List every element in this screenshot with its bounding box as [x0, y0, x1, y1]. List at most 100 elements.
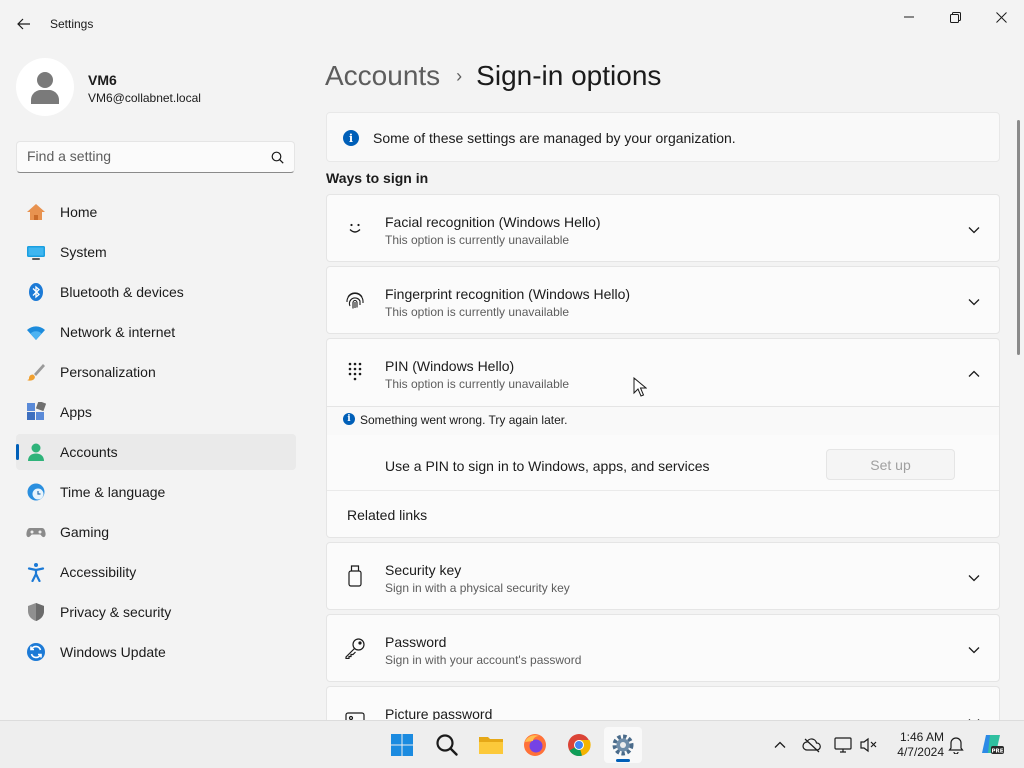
chevron-up-icon[interactable] — [967, 367, 981, 381]
sidebar-item-home[interactable]: Home — [16, 194, 296, 230]
close-icon — [995, 11, 1007, 23]
restore-button[interactable] — [932, 4, 978, 30]
password-card[interactable]: Password Sign in with your account's pas… — [326, 614, 1000, 682]
usb-key-icon — [344, 565, 366, 587]
chevron-down-icon[interactable] — [967, 295, 981, 309]
copilot-icon[interactable]: PRE — [980, 732, 1004, 756]
card-title: Facial recognition (Windows Hello) — [385, 214, 601, 230]
search-icon[interactable] — [271, 151, 284, 164]
pin-setup-row: Use a PIN to sign in to Windows, apps, a… — [327, 439, 999, 491]
breadcrumb-separator: › — [456, 65, 463, 86]
volume-muted-icon[interactable] — [859, 735, 879, 755]
onedrive-offline-icon[interactable] — [802, 735, 822, 755]
sidebar-item-bluetooth[interactable]: Bluetooth & devices — [16, 274, 296, 310]
pin-expander-header[interactable]: PIN (Windows Hello) This option is curre… — [327, 339, 999, 407]
page-title: Sign-in options — [476, 60, 662, 91]
card-title: Picture password — [385, 706, 493, 720]
sidebar-item-privacy-security[interactable]: Privacy & security — [16, 594, 296, 630]
user-email: VM6@collabnet.local — [88, 91, 201, 105]
sidebar-nav: Home System Bluetooth & devices Network … — [16, 194, 296, 674]
card-subtitle: This option is currently unavailable — [385, 305, 570, 319]
firefox-icon — [524, 734, 546, 756]
sidebar-item-label: Privacy & security — [60, 604, 172, 620]
card-title: PIN (Windows Hello) — [385, 358, 515, 374]
taskbar-clock[interactable]: 1:46 AM 4/7/2024 — [888, 730, 944, 760]
managed-by-organization-banner: i Some of these settings are managed by … — [326, 112, 1000, 162]
taskbar: 1:46 AM 4/7/2024 PRE — [0, 720, 1024, 768]
brush-icon — [26, 362, 46, 382]
sidebar-item-label: Time & language — [60, 484, 166, 500]
card-title: Password — [385, 634, 447, 650]
pin-setup-label: Use a PIN to sign in to Windows, apps, a… — [385, 458, 710, 474]
chevron-down-icon[interactable] — [967, 223, 981, 237]
sidebar-item-gaming[interactable]: Gaming — [16, 514, 296, 550]
taskbar-chrome[interactable] — [560, 727, 598, 763]
taskbar-settings[interactable] — [604, 727, 642, 763]
person-silhouette-icon — [31, 72, 59, 104]
gamepad-icon — [26, 522, 46, 542]
user-name: VM6 — [88, 72, 117, 88]
chevron-down-icon[interactable] — [967, 571, 981, 585]
sidebar-item-accounts[interactable]: Accounts — [16, 434, 296, 470]
card-subtitle: Sign in with a physical security key — [385, 581, 570, 595]
clock-date: 4/7/2024 — [897, 745, 944, 759]
sidebar-item-network[interactable]: Network & internet — [16, 314, 296, 350]
scrollbar-thumb[interactable] — [1017, 120, 1020, 355]
notification-bell-icon[interactable] — [946, 735, 966, 755]
close-button[interactable] — [978, 4, 1024, 30]
related-links-label: Related links — [347, 507, 428, 523]
sidebar-item-system[interactable]: System — [16, 234, 296, 270]
card-subtitle: Sign in with your account's password — [385, 653, 582, 667]
sidebar-item-apps[interactable]: Apps — [16, 394, 296, 430]
sidebar-item-windows-update[interactable]: Windows Update — [16, 634, 296, 670]
system-icon — [26, 242, 46, 262]
picture-password-card[interactable]: Picture password — [326, 686, 1000, 720]
sidebar-item-label: Gaming — [60, 524, 110, 540]
minimize-button[interactable] — [886, 4, 932, 30]
sidebar-item-label: Accounts — [60, 444, 118, 460]
facial-recognition-card[interactable]: Facial recognition (Windows Hello) This … — [326, 194, 1000, 262]
info-icon: i — [343, 130, 359, 146]
sidebar-item-time-language[interactable]: Time & language — [16, 474, 296, 510]
chrome-icon — [568, 734, 591, 757]
taskbar-firefox[interactable] — [516, 727, 554, 763]
sidebar-item-label: Apps — [60, 404, 92, 420]
mouse-cursor-icon — [633, 377, 647, 397]
sidebar-item-label: Accessibility — [60, 564, 137, 580]
search-input[interactable] — [27, 148, 257, 164]
start-button[interactable] — [383, 727, 421, 763]
network-display-icon[interactable] — [833, 735, 853, 755]
back-button[interactable] — [12, 10, 36, 38]
person-icon — [26, 442, 46, 462]
minimize-icon — [904, 16, 914, 18]
key-icon — [344, 637, 366, 659]
restore-icon — [949, 11, 961, 23]
breadcrumb-accounts-link[interactable]: Accounts — [325, 60, 440, 92]
fingerprint-recognition-card[interactable]: Fingerprint recognition (Windows Hello) … — [326, 266, 1000, 334]
avatar — [16, 58, 74, 116]
sidebar-item-label: Windows Update — [60, 644, 166, 660]
smiley-face-icon — [344, 217, 366, 239]
fingerprint-icon — [344, 289, 366, 311]
card-title: Fingerprint recognition (Windows Hello) — [385, 286, 631, 302]
card-subtitle: This option is currently unavailable — [385, 233, 570, 247]
start-icon — [391, 734, 413, 756]
sidebar-item-label: System — [60, 244, 107, 260]
search-box[interactable] — [16, 141, 295, 173]
sidebar-item-personalization[interactable]: Personalization — [16, 354, 296, 390]
sidebar-item-accessibility[interactable]: Accessibility — [16, 554, 296, 590]
back-arrow-icon — [17, 18, 30, 30]
taskbar-search-button[interactable] — [428, 727, 466, 763]
settings-icon — [612, 734, 634, 756]
pin-keypad-icon — [344, 361, 366, 383]
show-hidden-icons-chevron-up-icon[interactable] — [770, 735, 790, 755]
taskbar-file-explorer[interactable] — [472, 727, 510, 763]
set-up-button[interactable]: Set up — [826, 449, 955, 480]
user-profile[interactable]: VM6 VM6@collabnet.local — [16, 56, 296, 118]
security-key-card[interactable]: Security key Sign in with a physical sec… — [326, 542, 1000, 610]
sidebar-item-label: Home — [60, 204, 98, 220]
card-subtitle: This option is currently unavailable — [385, 377, 570, 391]
home-icon — [26, 202, 46, 222]
chevron-down-icon[interactable] — [967, 643, 981, 657]
wifi-icon — [26, 322, 46, 342]
